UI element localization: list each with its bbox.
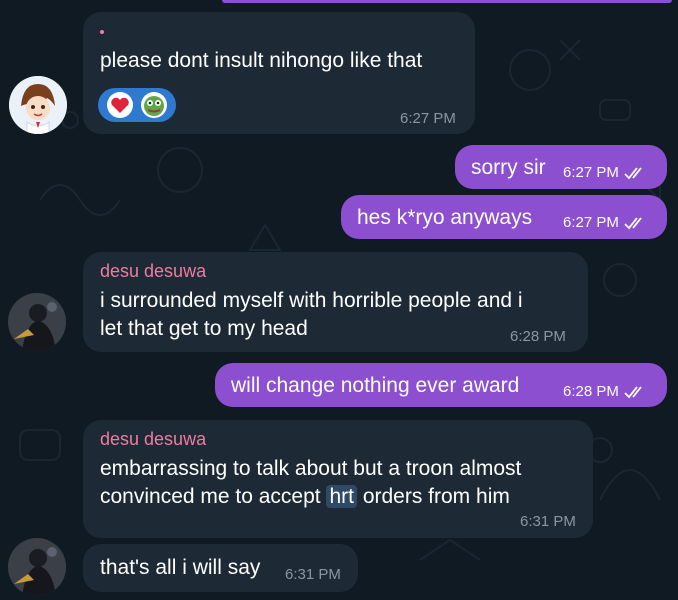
double-check-icon: [624, 166, 642, 179]
message-text: please dont insult nihongo like that: [100, 49, 423, 72]
dark-figure-avatar-icon: [8, 293, 66, 351]
text-segment: convinced me to accept: [100, 485, 327, 508]
message-text: hes k*ryo anyways: [357, 206, 533, 229]
sender-indicator-dot: [100, 30, 104, 34]
sender-avatar[interactable]: [8, 538, 66, 596]
reactions-bar[interactable]: [98, 88, 176, 122]
message-text-line: i surrounded myself with horrible people…: [100, 289, 523, 312]
message-timestamp: 6:28 PM: [563, 383, 647, 400]
sender-name[interactable]: desu desuwa: [100, 261, 206, 282]
message-timestamp: 6:28 PM: [510, 328, 566, 345]
dark-figure-avatar-icon: [8, 538, 66, 596]
highlighted-word[interactable]: hrt: [326, 485, 357, 508]
message-text-line: convinced me to accept hrt orders from h…: [100, 482, 510, 511]
double-check-icon: [624, 216, 642, 229]
message-timestamp: 6:31 PM: [520, 513, 576, 530]
red-heart-icon[interactable]: [107, 92, 133, 118]
message-timestamp: 6:31 PM: [285, 566, 341, 583]
message-text-line: let that get to my head: [100, 317, 308, 340]
previous-outgoing-message-edge: [222, 0, 672, 3]
anime-girl-avatar-icon: [9, 76, 67, 134]
sender-avatar[interactable]: [8, 293, 66, 351]
message-text: sorry sir: [471, 156, 546, 179]
message-text-line: embarrassing to talk about but a troon a…: [100, 457, 522, 480]
message-timestamp: 6:27 PM: [400, 110, 456, 127]
double-check-icon: [624, 385, 642, 398]
pepe-frog-icon[interactable]: [141, 92, 167, 118]
text-segment: orders from him: [356, 485, 510, 508]
sender-name[interactable]: desu desuwa: [100, 429, 206, 450]
message-text: that's all i will say: [100, 556, 261, 579]
sender-avatar[interactable]: [9, 76, 67, 134]
message-text: will change nothing ever award: [231, 374, 520, 397]
message-timestamp: 6:27 PM: [563, 164, 647, 181]
message-timestamp: 6:27 PM: [563, 214, 647, 231]
